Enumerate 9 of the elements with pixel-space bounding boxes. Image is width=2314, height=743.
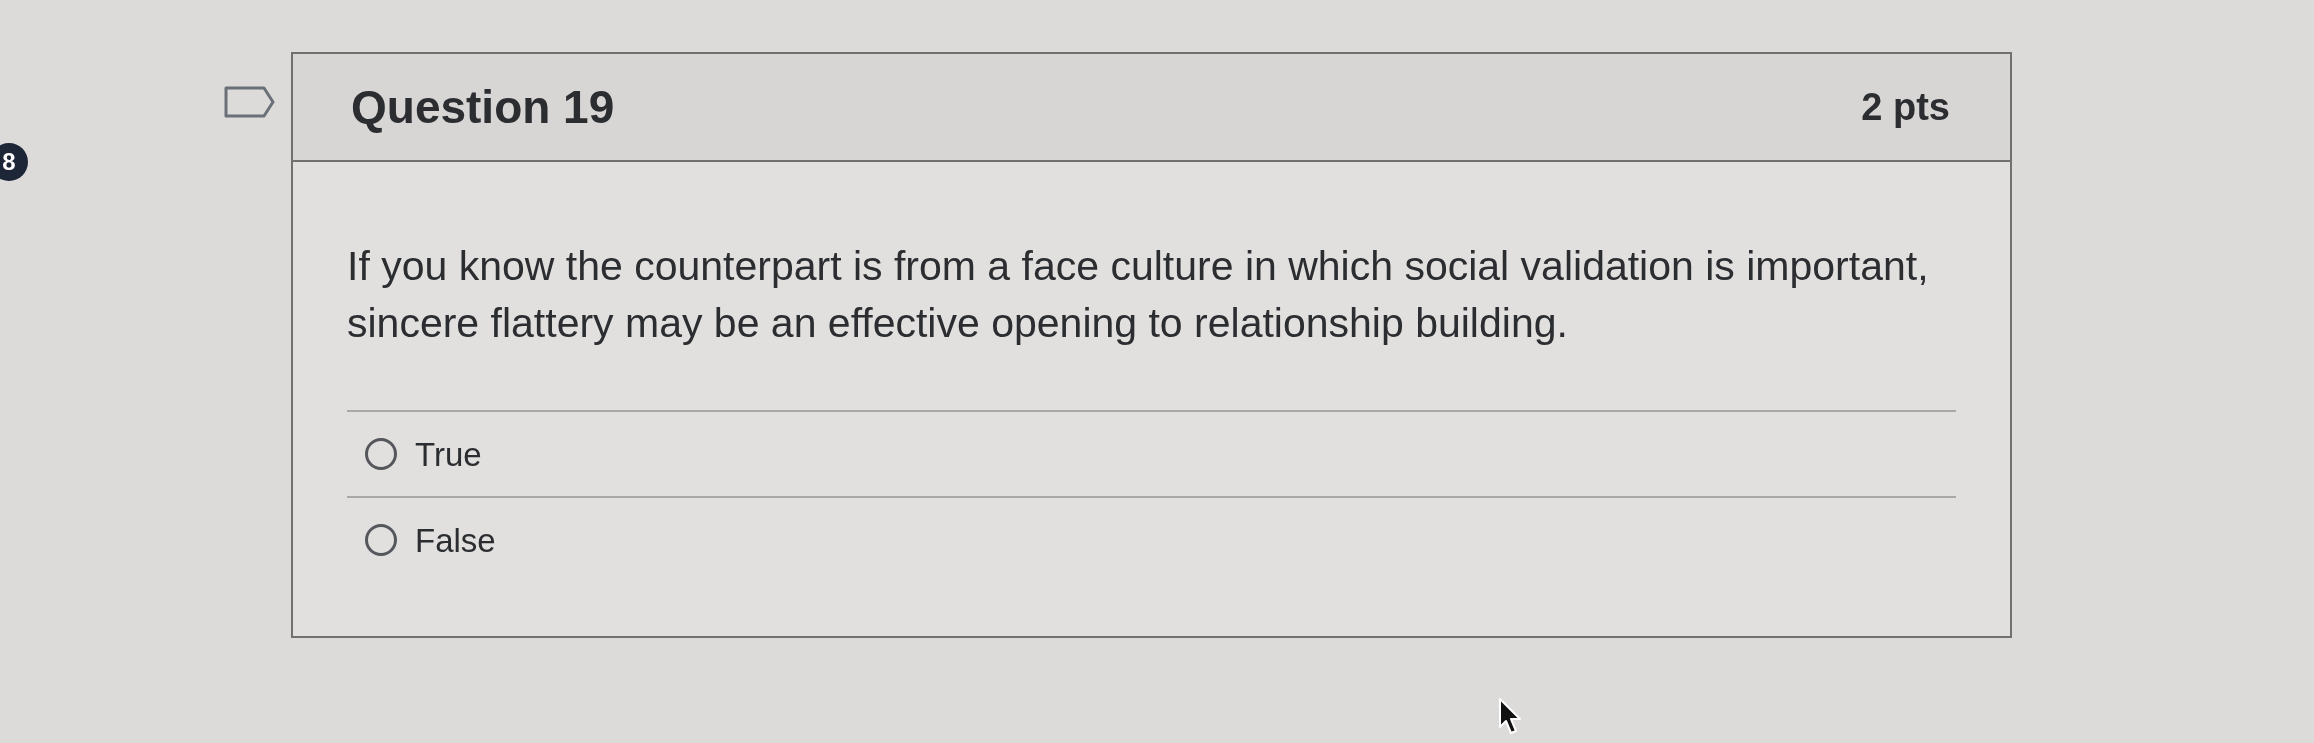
answer-label[interactable]: False <box>415 523 496 557</box>
mouse-pointer-icon <box>1498 697 1522 735</box>
radio-button[interactable] <box>365 438 397 470</box>
question-number-badge: 8 <box>0 143 28 181</box>
answer-label[interactable]: True <box>415 437 482 471</box>
points-label: 2 pts <box>1861 88 1950 126</box>
question-text: If you know the counterpart is from a face culture in which social validation is important, sincere flattery may be an effective opening to relationship building. <box>347 242 1930 348</box>
radio-button[interactable] <box>365 524 397 556</box>
flag-icon[interactable] <box>224 86 275 118</box>
